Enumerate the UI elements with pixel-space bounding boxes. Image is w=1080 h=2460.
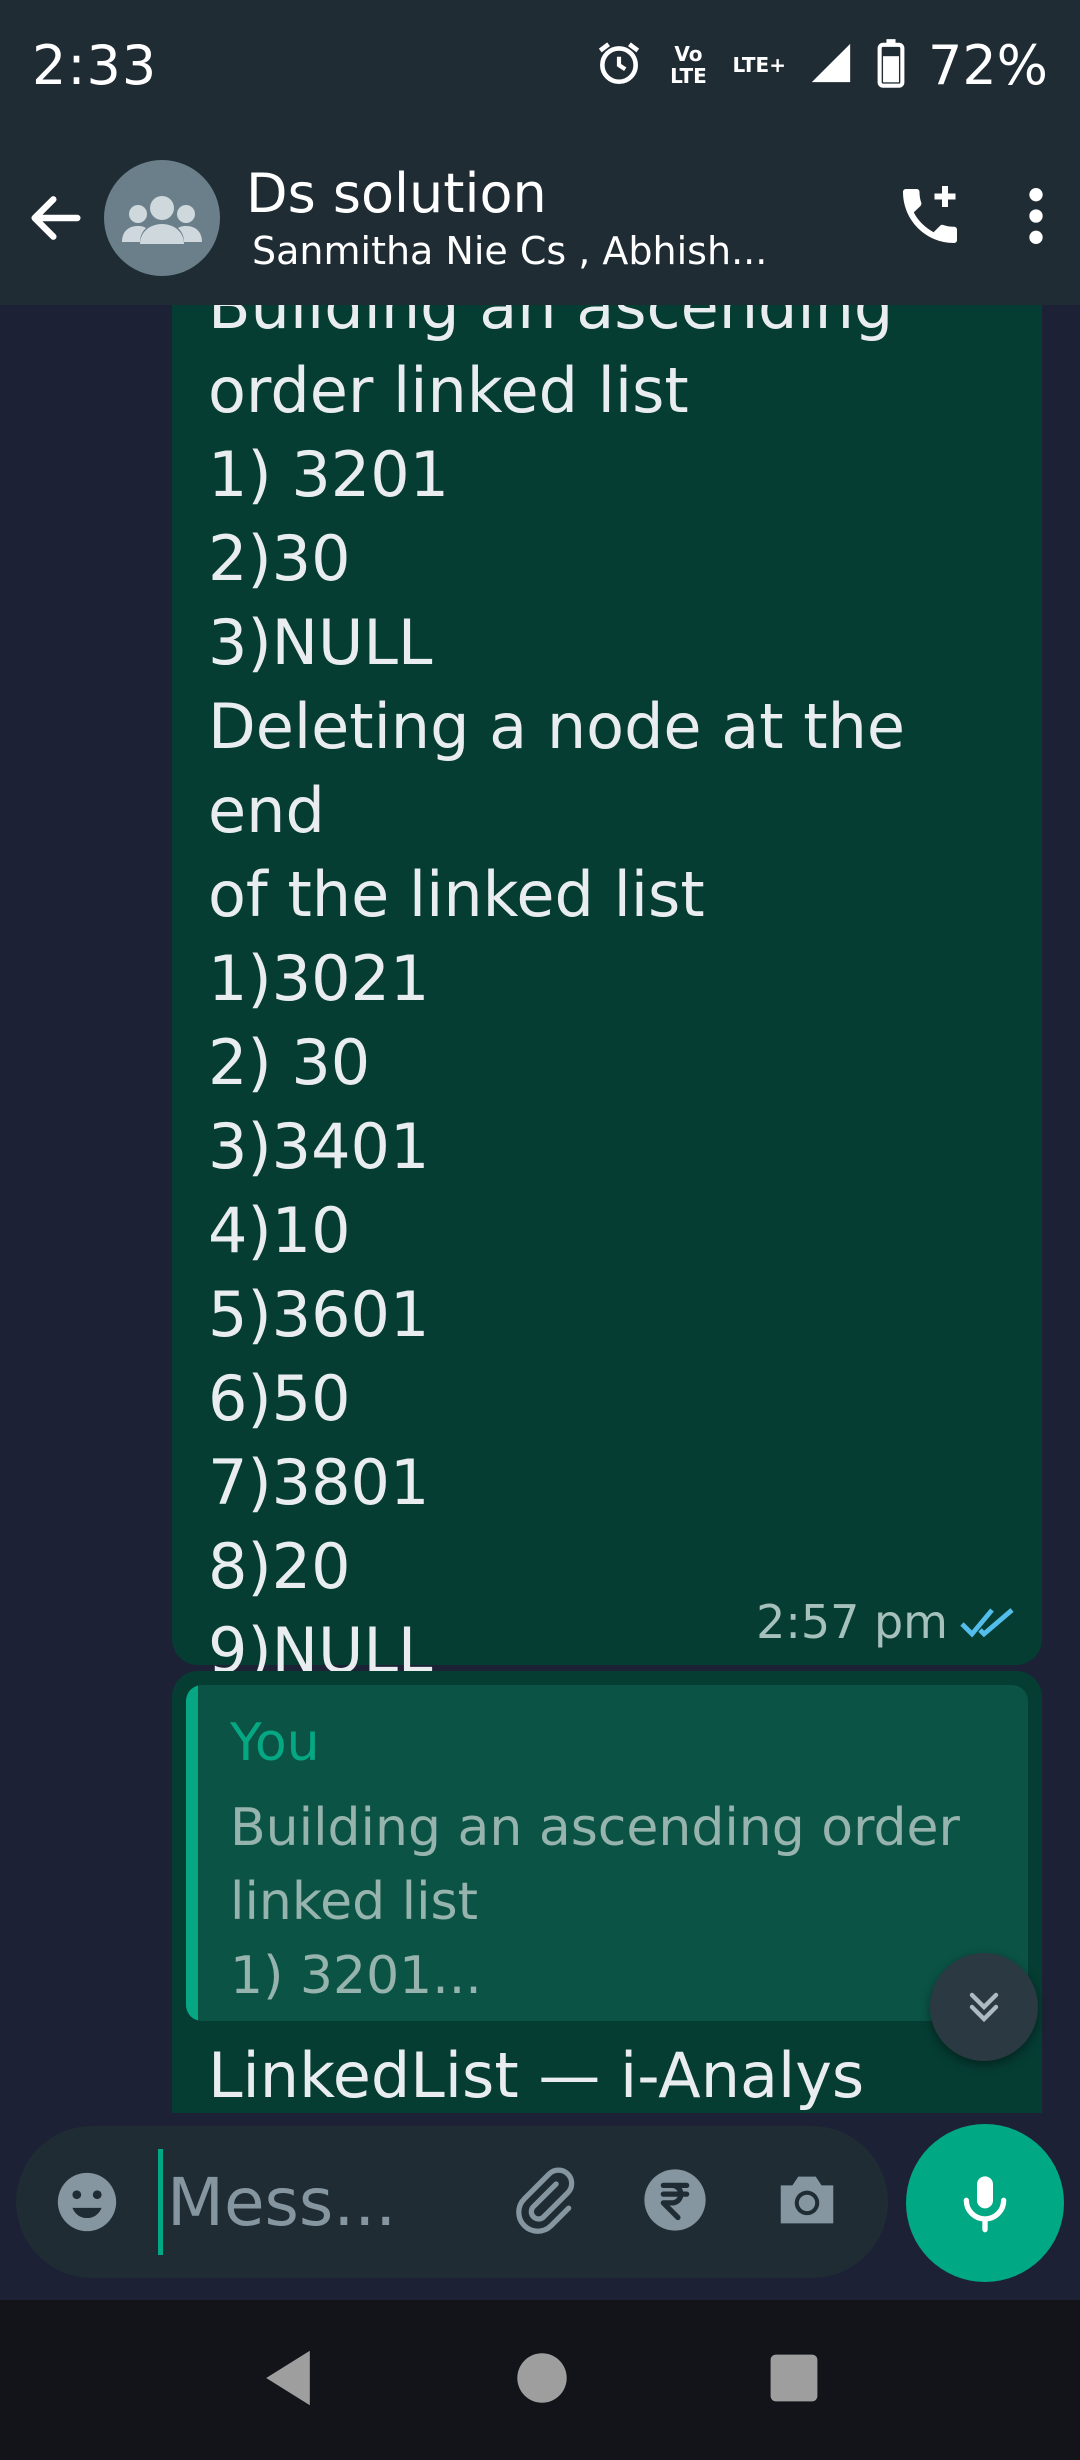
outgoing-reply-message[interactable]: You Building an ascending order linked l… — [172, 1671, 1042, 2113]
circle-home-icon — [517, 2353, 567, 2403]
battery-percent: 72% — [927, 33, 1048, 97]
nav-back-button[interactable] — [260, 2348, 316, 2412]
nav-recents-button[interactable] — [768, 2352, 820, 2408]
status-icons: Vo LTE LTE+ 72% — [594, 34, 1048, 97]
status-time: 2:33 — [32, 33, 158, 97]
voice-message-button[interactable] — [906, 2124, 1064, 2282]
paperclip-icon — [516, 2167, 575, 2234]
chat-title-block[interactable]: Ds solution Sanmitha Nie Cs , Abhish... — [246, 162, 767, 273]
double-chevron-down-icon — [969, 1992, 999, 2023]
navigation-bar — [0, 2300, 1080, 2460]
alarm-icon — [594, 38, 644, 92]
quote-author: You — [230, 1713, 320, 1773]
header-actions — [894, 180, 1046, 256]
message-list[interactable]: Building an ascending order linked list … — [0, 305, 1080, 2113]
chat-screen: 2:33 Vo LTE LTE+ 72% Ds solution Sanmith… — [0, 0, 1080, 2460]
signal-icon — [808, 40, 854, 90]
more-vert-icon — [1029, 187, 1043, 244]
volte-label: Vo LTE — [670, 42, 707, 88]
attach-button[interactable] — [508, 2165, 578, 2239]
emoji-icon — [57, 2172, 117, 2232]
reply-text: LinkedList — i-Analys — [208, 2039, 865, 2112]
add-call-button[interactable] — [894, 180, 966, 256]
compose-bar — [16, 2126, 888, 2278]
quoted-message[interactable]: You Building an ascending order linked l… — [186, 1685, 1028, 2021]
camera-icon — [780, 2176, 834, 2224]
payment-button[interactable] — [640, 2165, 710, 2239]
camera-button[interactable] — [772, 2165, 842, 2239]
add-call-icon — [903, 185, 957, 243]
double-check-icon — [960, 1608, 1014, 1638]
text-cursor — [158, 2149, 163, 2255]
outgoing-message[interactable]: Building an ascending order linked list … — [172, 305, 1042, 1687]
mic-icon — [963, 2176, 1007, 2233]
back-arrow-icon — [31, 195, 81, 240]
message-input[interactable] — [167, 2163, 427, 2241]
emoji-button[interactable] — [52, 2167, 122, 2237]
chat-header: Ds solution Sanmitha Nie Cs , Abhish... — [0, 130, 1080, 305]
quote-text: Building an ascending order linked list … — [230, 1798, 960, 2006]
message-meta: 2:57 pm — [756, 1595, 1016, 1649]
compose-actions — [508, 2165, 842, 2239]
lte-label: LTE+ — [732, 53, 786, 77]
rupee-icon — [644, 2169, 706, 2231]
message-time: 2:57 pm — [756, 1595, 948, 1649]
triangle-back-icon — [266, 2350, 310, 2406]
chat-title: Ds solution — [246, 162, 547, 225]
square-recents-icon — [770, 2354, 818, 2402]
scroll-to-bottom-button[interactable] — [930, 1953, 1038, 2061]
message-text: Building an ascending order linked list … — [208, 305, 906, 1687]
group-icon — [122, 195, 202, 244]
back-button[interactable] — [8, 158, 104, 278]
chat-members: Sanmitha Nie Cs , Abhish... — [252, 229, 768, 273]
battery-icon — [876, 38, 906, 92]
more-options-button[interactable] — [1026, 184, 1046, 252]
quote-bar — [186, 1685, 198, 2021]
status-bar: 2:33 Vo LTE LTE+ 72% — [0, 0, 1080, 130]
nav-home-button[interactable] — [516, 2352, 568, 2408]
group-avatar[interactable] — [104, 159, 220, 276]
